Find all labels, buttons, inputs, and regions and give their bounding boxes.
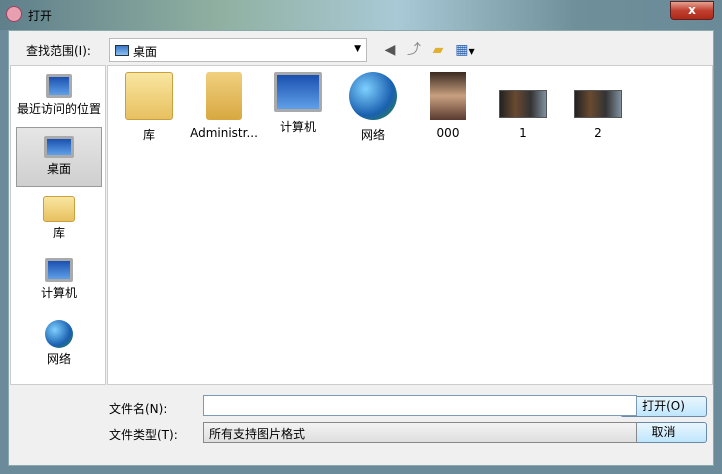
look-in-label: 查找范围(I): (26, 44, 91, 58)
image-thumbnail (574, 90, 622, 118)
computer-icon (45, 258, 73, 282)
file-name: 计算机 (279, 120, 316, 134)
libraries-icon (43, 196, 75, 222)
view-menu-icon[interactable]: ▦▼ (452, 41, 478, 59)
window-title: 打开 (28, 9, 53, 23)
file-name-label: 文件名(N): (109, 402, 168, 416)
file-item[interactable]: 计算机 (262, 72, 334, 135)
file-name: 网络 (360, 128, 385, 142)
sidebar-item-label: 桌面 (46, 162, 71, 176)
libraries-icon (125, 72, 173, 120)
title-bar: 打开 x (0, 0, 722, 30)
back-icon[interactable]: ◀ (381, 41, 399, 59)
file-item[interactable]: 网络 (337, 72, 409, 143)
chevron-down-icon: ▼ (354, 44, 361, 54)
network-icon (349, 72, 397, 120)
user-folder-icon (206, 72, 242, 120)
sidebar-item-libraries[interactable]: 库 (16, 190, 102, 250)
file-name: 1 (519, 126, 527, 140)
close-button[interactable]: x (670, 1, 714, 20)
image-thumbnail (430, 72, 466, 120)
sidebar-item-computer[interactable]: 计算机 (16, 252, 102, 312)
recent-places-icon (46, 74, 72, 98)
look-in-dropdown[interactable]: 桌面 ▼ (109, 38, 367, 62)
up-folder-icon[interactable]: ⤴ (405, 41, 423, 59)
file-item[interactable]: Administr... (188, 72, 260, 140)
file-name: 库 (142, 128, 155, 142)
file-name: 2 (594, 126, 602, 140)
sidebar-item-desktop[interactable]: 桌面 (16, 127, 102, 187)
new-folder-icon[interactable]: ▰ (429, 41, 447, 59)
file-name: Administr... (190, 126, 258, 140)
file-item[interactable]: 000 (412, 72, 484, 140)
sidebar-item-network[interactable]: 网络 (16, 314, 102, 374)
file-name-input[interactable] (203, 395, 637, 416)
file-list[interactable]: 库 Administr... 计算机 网络 000 1 2 (107, 65, 713, 385)
app-icon (6, 6, 22, 22)
sidebar-item-label: 计算机 (40, 286, 77, 300)
image-thumbnail (499, 90, 547, 118)
sidebar-item-label: 库 (52, 226, 65, 240)
file-name: 000 (436, 126, 460, 140)
sidebar-item-label: 网络 (46, 352, 71, 366)
look-in-value: 桌面 (133, 45, 158, 59)
desktop-icon (44, 136, 74, 158)
file-item[interactable]: 1 (487, 72, 559, 140)
computer-icon (274, 72, 322, 112)
file-item[interactable]: 2 (562, 72, 634, 140)
file-type-label: 文件类型(T): (109, 428, 178, 442)
desktop-icon (115, 45, 129, 56)
sidebar-item-recent[interactable]: 最近访问的位置 (16, 68, 102, 128)
network-icon (45, 320, 73, 348)
file-type-select[interactable]: 所有支持图片格式 (203, 422, 637, 443)
file-item[interactable]: 库 (113, 72, 185, 143)
places-bar: 最近访问的位置 桌面 库 计算机 网络 (10, 65, 106, 385)
sidebar-item-label: 最近访问的位置 (16, 102, 101, 116)
